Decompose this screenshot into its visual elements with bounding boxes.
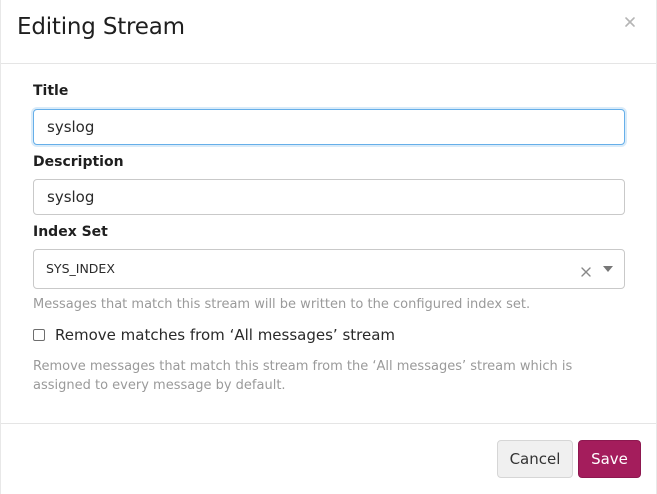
description-label: Description bbox=[33, 154, 124, 170]
modal-title: Editing Stream bbox=[17, 14, 185, 40]
close-icon[interactable] bbox=[623, 14, 637, 28]
index-set-select[interactable]: SYS_INDEX bbox=[33, 249, 625, 289]
remove-matches-checkbox[interactable] bbox=[33, 329, 45, 341]
close-icon-glyph bbox=[625, 17, 635, 27]
modal-footer: Cancel Save bbox=[1, 423, 656, 494]
save-button[interactable]: Save bbox=[578, 440, 641, 478]
remove-matches-row[interactable]: Remove matches from ‘All messages’ strea… bbox=[33, 326, 395, 344]
title-input[interactable] bbox=[33, 109, 625, 145]
chevron-down-icon[interactable] bbox=[603, 266, 613, 272]
clear-icon-glyph bbox=[581, 267, 591, 277]
remove-matches-label[interactable]: Remove matches from ‘All messages’ strea… bbox=[55, 326, 395, 344]
index-set-help-text: Messages that match this stream will be … bbox=[33, 297, 531, 312]
title-label: Title bbox=[33, 83, 69, 99]
clear-icon[interactable] bbox=[580, 263, 592, 277]
remove-matches-help-text: Remove messages that match this stream f… bbox=[33, 359, 573, 393]
modal-header: Editing Stream bbox=[1, 0, 656, 64]
index-set-label: Index Set bbox=[33, 224, 108, 240]
index-set-selected-value: SYS_INDEX bbox=[46, 261, 115, 276]
edit-stream-modal: Editing Stream Title Description Index S… bbox=[0, 0, 657, 494]
description-input[interactable] bbox=[33, 179, 625, 215]
cancel-button[interactable]: Cancel bbox=[497, 440, 573, 478]
